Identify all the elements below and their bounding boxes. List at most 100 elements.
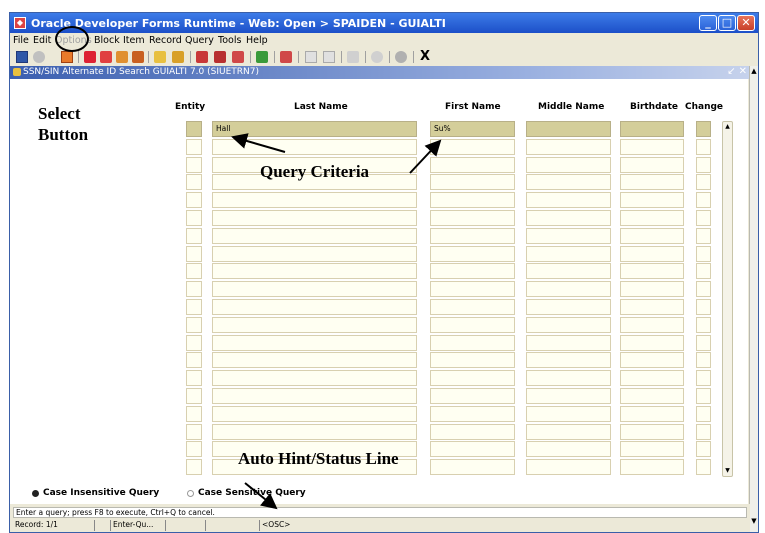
cell-entity[interactable]	[186, 281, 202, 298]
next-record-icon[interactable]	[172, 51, 184, 63]
execute-query-icon[interactable]	[214, 51, 226, 63]
cell-birthdate[interactable]	[620, 156, 684, 173]
cell-birthdate[interactable]	[620, 174, 684, 191]
cell-birthdate[interactable]	[620, 405, 684, 422]
cell-last-name[interactable]	[212, 281, 417, 298]
cell-change[interactable]	[696, 459, 711, 476]
cell-change[interactable]	[696, 388, 711, 404]
cell-first-name[interactable]	[430, 423, 515, 440]
cell-entity[interactable]	[186, 352, 202, 369]
cell-last-name[interactable]	[212, 263, 417, 280]
cancel-query-icon[interactable]	[232, 51, 244, 63]
minimize-button[interactable]: _	[699, 15, 717, 31]
cell-change[interactable]	[696, 138, 711, 155]
cell-entity[interactable]	[186, 210, 202, 226]
previous-block-icon[interactable]	[154, 51, 166, 63]
cell-first-name[interactable]	[430, 210, 515, 226]
menu-record[interactable]: Record	[149, 35, 182, 46]
menu-help[interactable]: Help	[246, 35, 268, 46]
cell-middle-name[interactable]	[526, 388, 611, 404]
cell-entity[interactable]	[186, 121, 202, 137]
cell-change[interactable]	[696, 156, 711, 173]
cell-middle-name[interactable]	[526, 210, 611, 226]
cell-birthdate[interactable]	[620, 334, 684, 351]
cell-entity[interactable]	[186, 299, 202, 315]
scroll-up-icon[interactable]: ▲	[750, 66, 758, 76]
cell-middle-name[interactable]	[526, 423, 611, 440]
cell-first-name[interactable]	[430, 405, 515, 422]
cell-middle-name[interactable]	[526, 192, 611, 209]
cell-middle-name[interactable]	[526, 174, 611, 191]
cell-middle-name[interactable]	[526, 121, 611, 137]
enter-query-icon[interactable]	[196, 51, 208, 63]
scroll-down-icon[interactable]: ▼	[750, 516, 758, 526]
cell-change[interactable]	[696, 245, 711, 262]
page-scrollbar[interactable]: ▲ ▼	[749, 66, 758, 532]
cell-last-name[interactable]	[212, 210, 417, 226]
cell-last-name[interactable]	[212, 405, 417, 422]
record-scroll-up-icon[interactable]: ▲	[724, 123, 731, 131]
menu-file[interactable]: File	[13, 35, 29, 46]
cell-last-name[interactable]	[212, 138, 417, 155]
cell-birthdate[interactable]	[620, 316, 684, 333]
cell-change[interactable]	[696, 370, 711, 387]
cell-change[interactable]	[696, 441, 711, 458]
cell-birthdate[interactable]	[620, 210, 684, 226]
cell-birthdate[interactable]	[620, 459, 684, 476]
print-icon[interactable]	[280, 51, 292, 63]
cell-last-name[interactable]	[212, 245, 417, 262]
cell-last-name[interactable]	[212, 299, 417, 315]
maximize-button[interactable]: □	[718, 15, 736, 31]
select-icon[interactable]	[61, 51, 73, 63]
cell-middle-name[interactable]	[526, 405, 611, 422]
calendar-icon[interactable]	[305, 51, 317, 63]
calculator-icon[interactable]	[323, 51, 335, 63]
cell-first-name[interactable]: Su%	[430, 121, 515, 137]
help-icon[interactable]	[395, 51, 407, 63]
cell-last-name[interactable]	[212, 334, 417, 351]
cell-entity[interactable]	[186, 459, 202, 476]
cell-middle-name[interactable]	[526, 299, 611, 315]
cell-entity[interactable]	[186, 441, 202, 458]
cell-entity[interactable]	[186, 245, 202, 262]
case-insensitive-label[interactable]: Case Insensitive Query	[43, 488, 159, 498]
cell-change[interactable]	[696, 121, 711, 137]
cell-change[interactable]	[696, 192, 711, 209]
cell-first-name[interactable]	[430, 138, 515, 155]
cell-change[interactable]	[696, 281, 711, 298]
save-icon[interactable]	[16, 51, 28, 63]
cell-entity[interactable]	[186, 316, 202, 333]
cell-middle-name[interactable]	[526, 245, 611, 262]
cell-first-name[interactable]	[430, 263, 515, 280]
rollback-icon[interactable]	[33, 51, 45, 63]
cell-birthdate[interactable]	[620, 388, 684, 404]
options-icon[interactable]	[371, 51, 383, 63]
cell-last-name[interactable]: Hall	[212, 121, 417, 137]
cell-last-name[interactable]	[212, 388, 417, 404]
cell-first-name[interactable]	[430, 281, 515, 298]
cell-last-name[interactable]	[212, 316, 417, 333]
record-scroll-down-icon[interactable]: ▼	[724, 467, 731, 475]
cell-entity[interactable]	[186, 334, 202, 351]
menu-edit[interactable]: Edit	[33, 35, 51, 46]
cell-birthdate[interactable]	[620, 299, 684, 315]
next-block-icon[interactable]	[132, 51, 144, 63]
menu-query[interactable]: Query	[185, 35, 214, 46]
form-window-controls[interactable]: ↙ ✕	[727, 66, 747, 77]
cell-middle-name[interactable]	[526, 441, 611, 458]
cell-first-name[interactable]	[430, 227, 515, 244]
cell-change[interactable]	[696, 227, 711, 244]
cell-first-name[interactable]	[430, 459, 515, 476]
case-sensitive-label[interactable]: Case Sensitive Query	[198, 488, 306, 498]
cell-change[interactable]	[696, 423, 711, 440]
cell-middle-name[interactable]	[526, 156, 611, 173]
cell-change[interactable]	[696, 174, 711, 191]
cell-last-name[interactable]	[212, 352, 417, 369]
case-sensitive-radio[interactable]	[187, 490, 194, 497]
cell-birthdate[interactable]	[620, 263, 684, 280]
cell-birthdate[interactable]	[620, 227, 684, 244]
cell-middle-name[interactable]	[526, 459, 611, 476]
cell-birthdate[interactable]	[620, 245, 684, 262]
cell-change[interactable]	[696, 352, 711, 369]
cell-change[interactable]	[696, 316, 711, 333]
